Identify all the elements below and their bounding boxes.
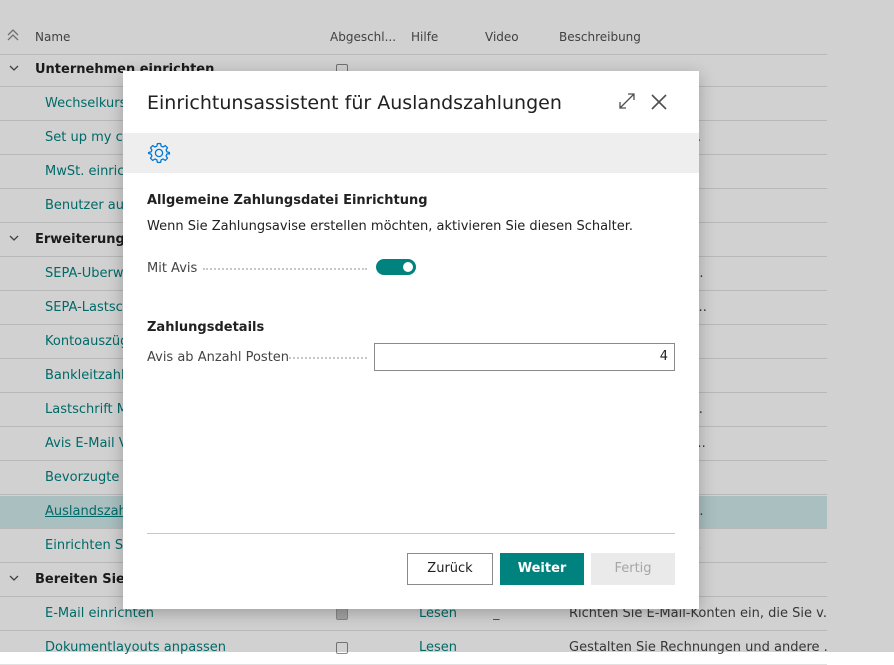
section-title-payment-details: Zahlungsdetails bbox=[147, 320, 265, 335]
toggle-knob bbox=[403, 262, 413, 272]
section-title-general: Allgemeine Zahlungsdatei Einrichtung bbox=[147, 193, 428, 208]
finish-button[interactable]: Fertig bbox=[591, 553, 675, 585]
field-leader-dots bbox=[289, 357, 367, 359]
field-leader-dots bbox=[203, 268, 367, 270]
expand-icon[interactable] bbox=[617, 91, 637, 111]
action-bar bbox=[123, 133, 699, 173]
assisted-setup-dialog: Einrichtunsassistent für Auslandszahlung… bbox=[123, 71, 699, 609]
gear-icon bbox=[147, 141, 171, 165]
dialog-title: Einrichtunsassistent für Auslandszahlung… bbox=[147, 92, 562, 114]
back-button[interactable]: Zurück bbox=[407, 553, 493, 585]
footer-divider bbox=[147, 533, 675, 534]
toggle-label-with-avis: Mit Avis bbox=[147, 261, 198, 276]
avis-count-input[interactable]: 4 bbox=[374, 343, 675, 371]
with-avis-toggle[interactable] bbox=[376, 259, 416, 275]
next-button[interactable]: Weiter bbox=[500, 553, 584, 585]
section-description: Wenn Sie Zahlungsavise erstellen möchten… bbox=[147, 219, 634, 234]
field-label-avis-count: Avis ab Anzahl Posten bbox=[147, 350, 290, 365]
close-icon[interactable] bbox=[648, 91, 670, 113]
